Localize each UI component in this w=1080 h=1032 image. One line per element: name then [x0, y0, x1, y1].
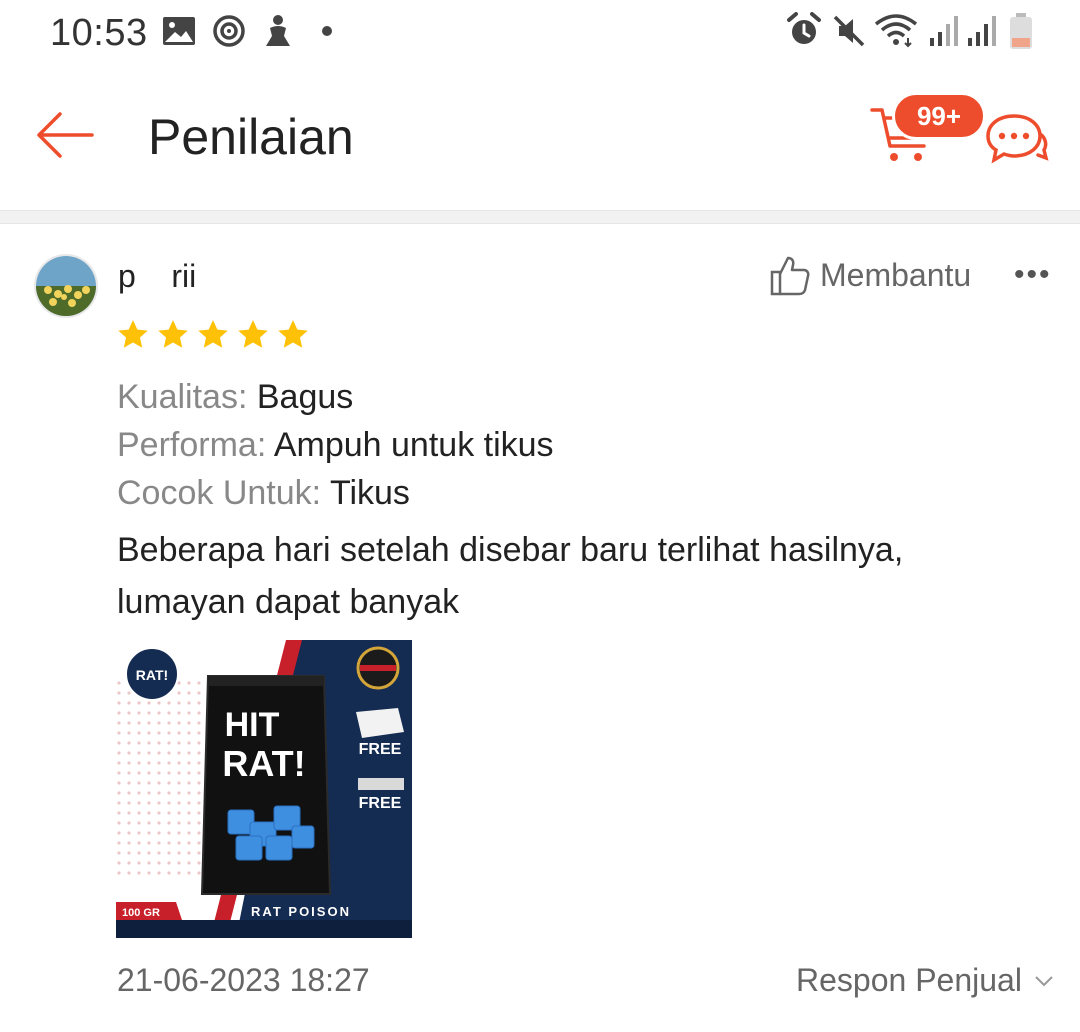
- review-text-line: lumayan dapat banyak: [117, 583, 460, 621]
- product-brand-hit: HIT: [225, 706, 280, 744]
- review-date: 21-06-2023 18:27: [117, 962, 370, 998]
- review-text-line: Beberapa hari setelah disebar baru terli…: [117, 531, 904, 569]
- avatar-image: [36, 256, 96, 316]
- free-label-2: FREE: [359, 795, 402, 812]
- app-header: Penilaian 99+: [0, 70, 1080, 210]
- signal-icon: [930, 16, 958, 46]
- mute-icon: [833, 15, 865, 47]
- avatar[interactable]: [34, 254, 98, 318]
- reviewer-username: p rii: [118, 258, 197, 294]
- star-icon: [238, 320, 268, 348]
- attribute-performance: Performa: Ampuh untuk tikus: [117, 426, 554, 465]
- attribute-key: Kualitas:: [117, 378, 248, 416]
- rating-stars: [116, 318, 310, 352]
- thumbs-up-icon: [770, 256, 810, 296]
- attribute-value: Bagus: [256, 378, 354, 416]
- wifi-icon: [874, 14, 918, 48]
- attribute-suitable-for: Cocok Untuk: Tikus: [117, 474, 410, 513]
- review-text: Beberapa hari setelah disebar baru terli…: [117, 524, 1017, 628]
- sync-icon: [213, 15, 245, 47]
- signal-icon: [968, 16, 996, 46]
- product-brand-rat: RAT!: [222, 743, 305, 784]
- dot-icon: [322, 26, 332, 36]
- alarm-icon: [787, 12, 821, 44]
- seller-response-label: Respon Penjual: [796, 962, 1022, 998]
- battery-icon: [1010, 13, 1032, 49]
- status-bar: 10:53: [0, 0, 1080, 64]
- chat-icon[interactable]: [984, 112, 1050, 168]
- figure-icon: [266, 15, 290, 46]
- status-time: 10:53: [50, 12, 148, 54]
- weight-label: 100 GR: [122, 907, 160, 919]
- attribute-value: Tikus: [329, 474, 410, 512]
- attribute-value: Ampuh untuk tikus: [273, 426, 554, 464]
- helpful-label: Membantu: [820, 256, 972, 293]
- attribute-key: Performa:: [117, 426, 267, 464]
- more-options-icon[interactable]: •••: [1014, 258, 1052, 292]
- page-title: Penilaian: [148, 109, 354, 165]
- star-icon: [158, 320, 188, 348]
- attribute-key: Cocok Untuk:: [117, 474, 322, 512]
- star-icon: [278, 320, 308, 348]
- chevron-down-icon: [1035, 975, 1053, 986]
- star-icon: [198, 320, 228, 348]
- helpful-button[interactable]: Membantu: [770, 252, 971, 298]
- attribute-quality: Kualitas: Bagus: [117, 378, 353, 417]
- section-divider: [0, 210, 1080, 224]
- back-arrow-icon[interactable]: [34, 110, 96, 160]
- free-label-1: FREE: [359, 741, 402, 758]
- review-photo[interactable]: RAT! HIT RAT! FREE FREE 100 GR RAT POISO…: [116, 640, 412, 938]
- image-icon: [163, 17, 195, 45]
- star-icon: [118, 320, 148, 348]
- product-caption: RAT POISON: [251, 904, 351, 919]
- seller-response-toggle[interactable]: Respon Penjual: [796, 962, 1054, 999]
- cart-badge: 99+: [892, 92, 986, 140]
- logo-mark-text: RAT!: [136, 667, 168, 683]
